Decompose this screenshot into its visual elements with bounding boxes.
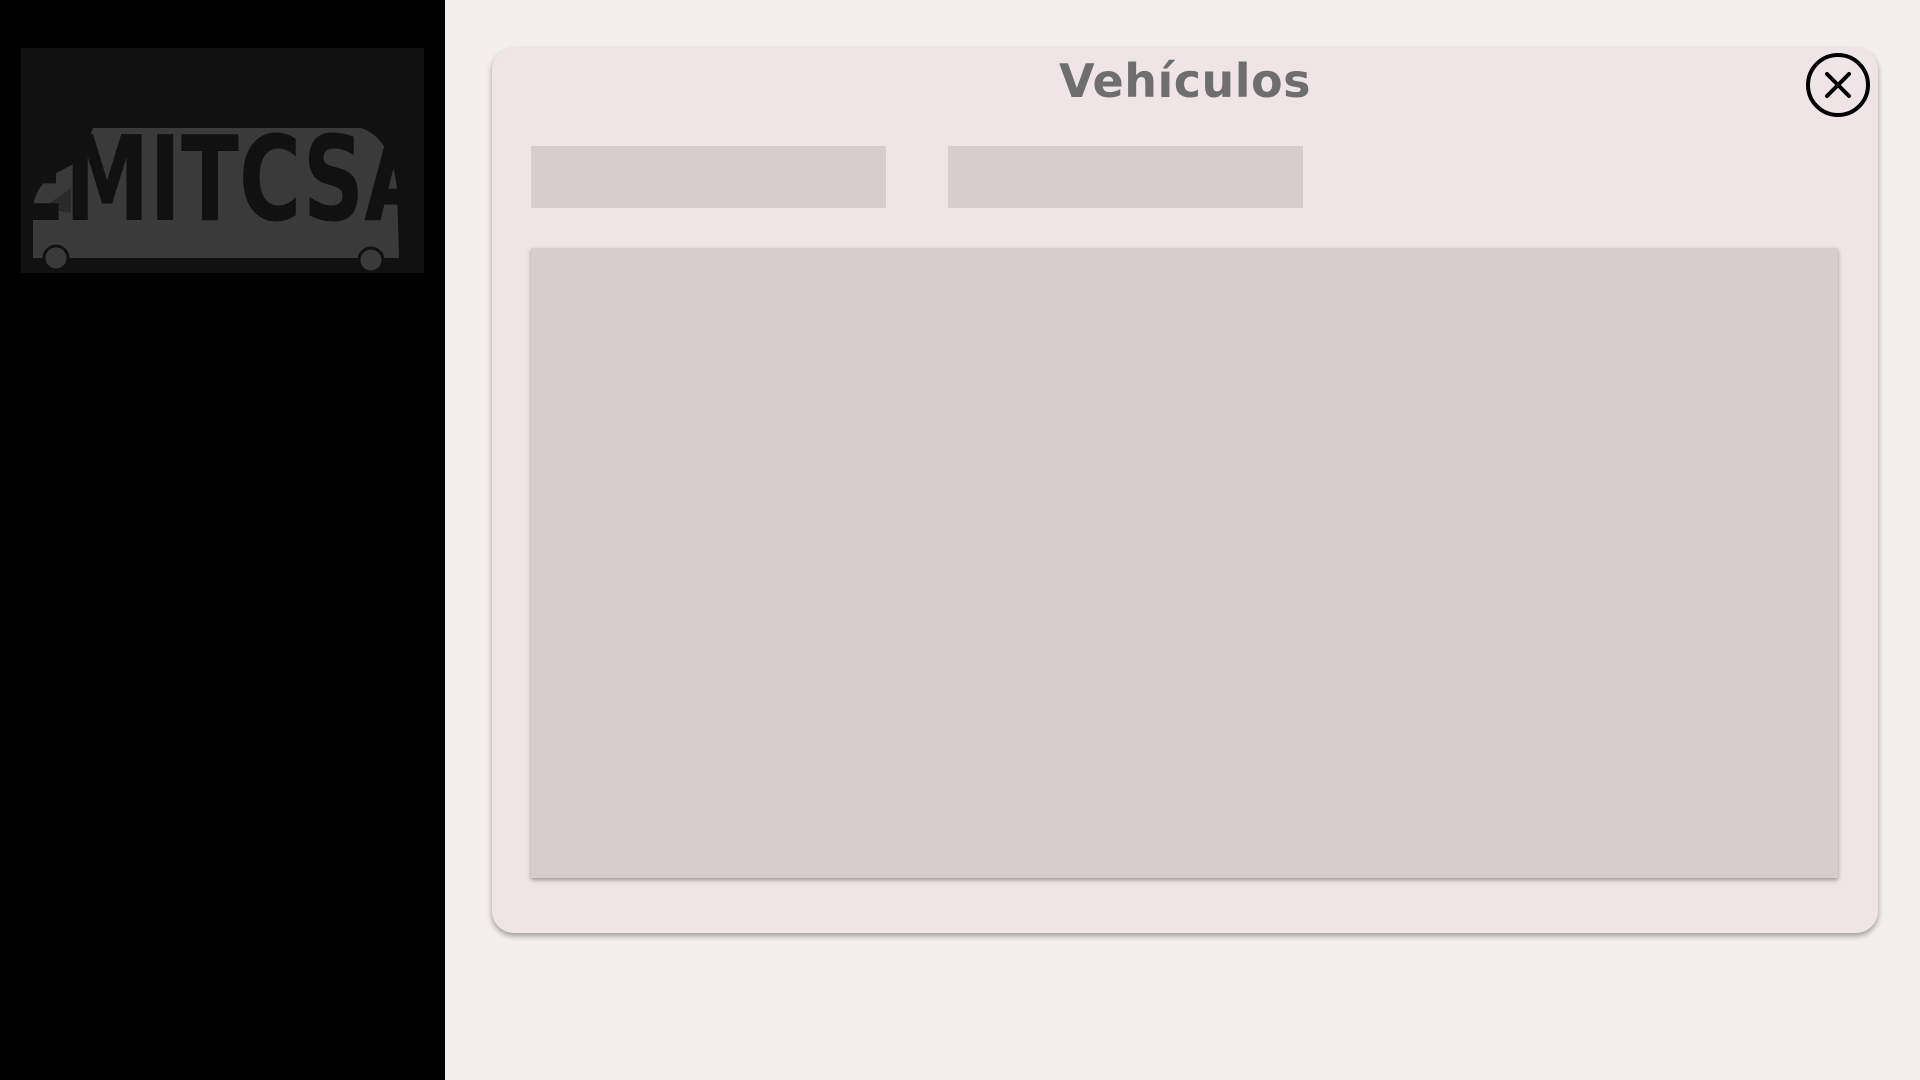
vehicles-grid[interactable] xyxy=(531,248,1838,878)
sidebar: EMITCSA xyxy=(0,0,445,1080)
logo-text: EMITCSA xyxy=(21,112,424,249)
close-icon xyxy=(1825,72,1851,98)
dialog-title: Vehículos xyxy=(1058,54,1312,108)
filter-field-2[interactable] xyxy=(948,146,1303,208)
van-logo-icon: EMITCSA xyxy=(21,112,424,273)
filter-field-1[interactable] xyxy=(531,146,886,208)
vehicles-dialog: Vehículos xyxy=(492,48,1878,933)
close-button[interactable] xyxy=(1806,53,1870,117)
company-logo: EMITCSA xyxy=(21,48,424,273)
